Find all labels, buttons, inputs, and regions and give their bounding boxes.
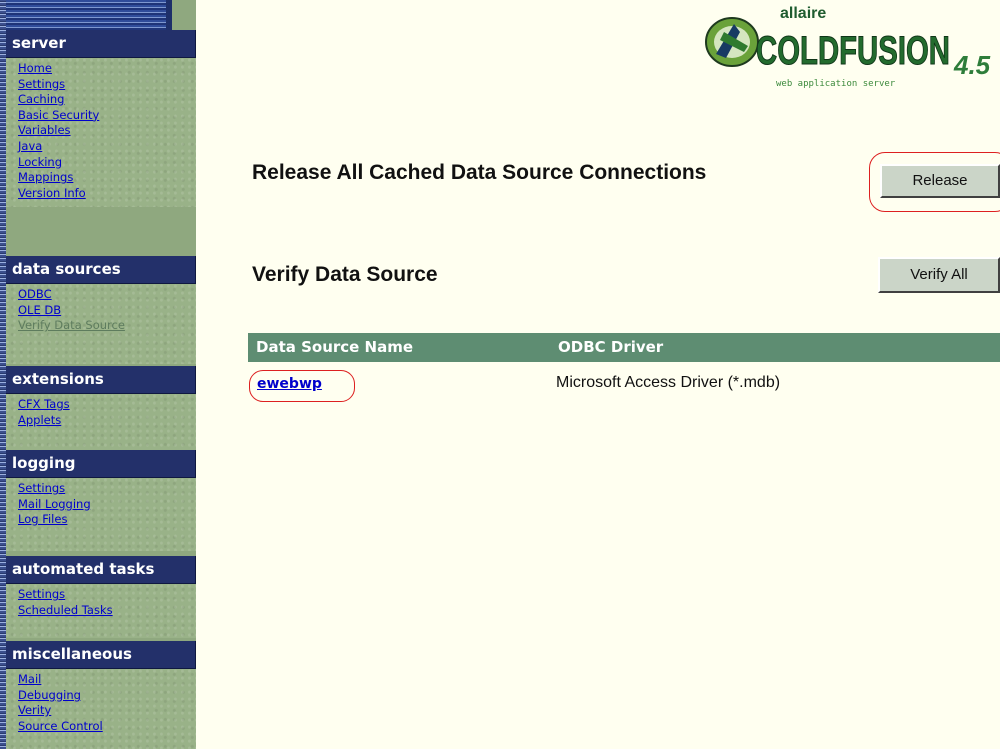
- nav-section-automated-tasks: automated tasks Settings Scheduled Tasks: [6, 556, 196, 638]
- nav-header-miscellaneous: miscellaneous: [6, 641, 196, 669]
- sidebar-nav: server Home Settings Caching Basic Secur…: [0, 0, 196, 749]
- nav-link-debugging[interactable]: Debugging: [18, 688, 196, 704]
- sidebar-top-bar-edge: [166, 0, 172, 30]
- nav-link-home[interactable]: Home: [18, 61, 196, 77]
- nav-items-extensions: CFX Tags Applets: [6, 394, 196, 451]
- column-header-odbc-driver: ODBC Driver: [558, 338, 664, 356]
- nav-link-verity[interactable]: Verity: [18, 703, 196, 719]
- nav-header-automated-tasks: automated tasks: [6, 556, 196, 584]
- nav-link-variables[interactable]: Variables: [18, 123, 196, 139]
- nav-link-ole-db[interactable]: OLE DB: [18, 303, 196, 319]
- nav-link-log-files[interactable]: Log Files: [18, 512, 196, 528]
- nav-link-version-info[interactable]: Version Info: [18, 186, 196, 202]
- release-connections-heading: Release All Cached Data Source Connectio…: [252, 161, 707, 184]
- nav-items-data-sources: ODBC OLE DB Verify Data Source: [6, 284, 196, 364]
- nav-section-logging: logging Settings Mail Logging Log Files: [6, 450, 196, 551]
- nav-link-locking[interactable]: Locking: [18, 155, 196, 171]
- verify-all-button[interactable]: Verify All: [878, 257, 1000, 293]
- nav-link-source-control[interactable]: Source Control: [18, 719, 196, 735]
- nav-section-data-sources: data sources ODBC OLE DB Verify Data Sou…: [6, 256, 196, 364]
- nav-link-mappings[interactable]: Mappings: [18, 170, 196, 186]
- data-source-driver: Microsoft Access Driver (*.mdb): [556, 374, 781, 391]
- coldfusion-emblem-icon: [705, 17, 759, 67]
- nav-link-basic-security[interactable]: Basic Security: [18, 108, 196, 124]
- nav-link-logging-settings[interactable]: Settings: [18, 481, 196, 497]
- verify-data-source-heading: Verify Data Source: [252, 263, 438, 286]
- logo-coldfusion-text: COLDFUSION: [756, 29, 950, 73]
- nav-section-server: server Home Settings Caching Basic Secur…: [6, 30, 196, 207]
- nav-link-cfx-tags[interactable]: CFX Tags: [18, 397, 196, 413]
- nav-link-applets[interactable]: Applets: [18, 413, 196, 429]
- nav-link-mail-logging[interactable]: Mail Logging: [18, 497, 196, 513]
- logo-tagline-text: web application server: [776, 79, 896, 89]
- column-header-data-source-name: Data Source Name: [256, 338, 414, 356]
- nav-items-miscellaneous: Mail Debugging Verity Source Control: [6, 669, 196, 749]
- sidebar-top-bar: [6, 0, 172, 30]
- nav-header-server: server: [6, 30, 196, 58]
- nav-link-scheduled-tasks[interactable]: Scheduled Tasks: [18, 603, 196, 619]
- nav-link-odbc[interactable]: ODBC: [18, 287, 196, 303]
- data-source-table-header: Data Source Name ODBC Driver: [248, 333, 1000, 362]
- nav-items-server: Home Settings Caching Basic Security Var…: [6, 58, 196, 207]
- nav-link-caching[interactable]: Caching: [18, 92, 196, 108]
- nav-items-automated-tasks: Settings Scheduled Tasks: [6, 584, 196, 638]
- nav-link-java[interactable]: Java: [18, 139, 196, 155]
- nav-link-tasks-settings[interactable]: Settings: [18, 587, 196, 603]
- nav-section-extensions: extensions CFX Tags Applets: [6, 366, 196, 451]
- nav-link-verify-data-source[interactable]: Verify Data Source: [18, 318, 196, 334]
- nav-section-miscellaneous: miscellaneous Mail Debugging Verity Sour…: [6, 641, 196, 749]
- nav-header-logging: logging: [6, 450, 196, 478]
- release-button[interactable]: Release: [880, 164, 1000, 198]
- nav-link-mail[interactable]: Mail: [18, 672, 196, 688]
- logo-allaire-text: allaire: [780, 5, 826, 22]
- nav-link-settings[interactable]: Settings: [18, 77, 196, 93]
- nav-header-data-sources: data sources: [6, 256, 196, 284]
- data-source-link-ewebwp[interactable]: ewebwp: [257, 374, 322, 394]
- nav-items-logging: Settings Mail Logging Log Files: [6, 478, 196, 551]
- coldfusion-logo: allaire COLDFUSION 4.5 web application s…: [705, 5, 991, 89]
- nav-header-extensions: extensions: [6, 366, 196, 394]
- logo-version-text: 4.5: [953, 50, 991, 80]
